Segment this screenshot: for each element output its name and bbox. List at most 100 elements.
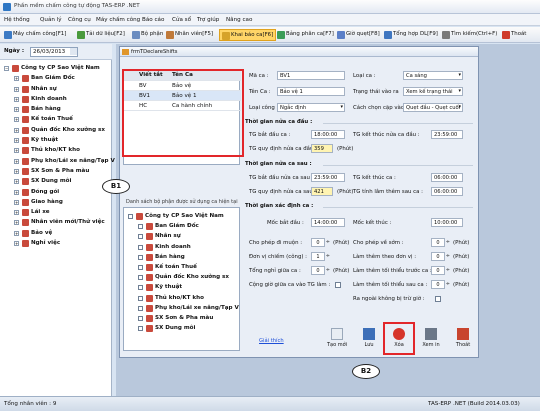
expand-icon[interactable]: + (14, 127, 19, 133)
expand-icon[interactable]: + (14, 148, 19, 154)
tree-item[interactable]: + Nghỉ việc (4, 239, 112, 249)
tb-bang-phan-ca[interactable]: Bảng phân ca[F7] (275, 29, 336, 41)
loai-cong-select[interactable]: Ngắc định (277, 103, 345, 112)
calendar-dropdown-icon[interactable] (70, 48, 77, 55)
tree-item[interactable]: + Lái xe (4, 208, 112, 218)
checkbox[interactable] (138, 326, 143, 332)
moc-ket-thuc-input[interactable]: 10:00:00 (431, 218, 463, 227)
tb-may-cham-cong[interactable]: Máy chấm công[F1] (2, 29, 68, 41)
checkbox[interactable] (138, 254, 143, 260)
ra-ngoai-checkbox[interactable] (435, 296, 441, 302)
xem-in-button[interactable]: Xem in (418, 326, 444, 352)
tree-item[interactable]: + Kế toán Thuế (4, 115, 112, 125)
tb-nhan-vien[interactable]: Nhân viên[F5] (164, 29, 215, 41)
expand-icon[interactable]: + (14, 86, 19, 92)
tb-tai-du-lieu[interactable]: Tải dữ liệu[F2] (75, 29, 127, 41)
tree-item[interactable]: + SX Dung môi (4, 177, 112, 187)
ten-ca-input[interactable]: Bảo vệ 1 (277, 87, 345, 96)
checkbox[interactable] (138, 275, 143, 281)
lam-them-toi-thieu-sau-stepper[interactable]: 0 (431, 280, 450, 289)
menu-quan-ly[interactable]: Quản lý (40, 17, 62, 23)
tree-item[interactable]: + Nhân viên mới/Thử việc (4, 218, 112, 228)
checkbox[interactable] (138, 305, 143, 311)
tg-tinh-lam-them-input[interactable]: 06:00:00 (431, 187, 463, 196)
thoat-button[interactable]: Thoát (450, 326, 476, 352)
menu-he-thong[interactable]: Hệ thống (4, 17, 30, 23)
tree-item[interactable]: Thủ kho/KT kho (128, 294, 240, 304)
tong-nghi-giua-ca-stepper[interactable]: 0 (311, 266, 330, 275)
loai-ca-select[interactable]: Ca sáng (403, 71, 463, 80)
tb-gio-quet[interactable]: Giờ quẹt[F8] (335, 29, 382, 41)
tree-item[interactable]: + Nhân sự (4, 85, 112, 95)
expand-icon[interactable]: + (14, 76, 19, 82)
checkbox[interactable] (138, 244, 143, 250)
ma-ca-input[interactable]: BV1 (277, 71, 345, 80)
tree-item[interactable]: + Phụ kho/Lái xe nâng/Tạp V (4, 157, 115, 167)
tree-item[interactable]: + Kinh doanh (4, 95, 112, 105)
menu-cong-cu[interactable]: Công cụ (68, 17, 91, 23)
tree-item[interactable]: Kinh doanh (128, 243, 240, 253)
tree-item[interactable]: + Quản đốc Kho xưởng sx (4, 126, 112, 136)
expand-icon[interactable]: + (14, 210, 19, 216)
checkbox[interactable] (138, 234, 143, 240)
expand-icon[interactable]: + (14, 138, 19, 144)
tg-bat-dau-ca-input[interactable]: 18:00:00 (311, 130, 345, 139)
checkbox[interactable] (138, 285, 143, 291)
menu-bao-cao[interactable]: Báo cáo (142, 17, 164, 23)
expand-icon[interactable]: + (14, 158, 19, 164)
don-vi-chiem-stepper[interactable]: 1 (311, 252, 330, 261)
cong-gio-giua-ca-checkbox[interactable] (335, 282, 341, 288)
tg-quy-dinh-nua-ca-dau-input[interactable]: 359 (311, 144, 333, 153)
checkbox[interactable] (128, 214, 133, 219)
expand-icon[interactable]: + (14, 117, 19, 123)
tree-item[interactable]: SX Sơn & Pha màu (128, 314, 240, 324)
expand-icon[interactable]: + (14, 199, 19, 205)
giai-thich-link[interactable]: Giải thích (259, 338, 284, 344)
expand-icon[interactable]: + (14, 230, 19, 236)
expand-icon[interactable]: + (14, 96, 19, 102)
tree-item[interactable]: + Thủ kho/KT kho (4, 146, 112, 156)
tree-item[interactable]: Kế toán Thuế (128, 263, 240, 273)
tree-item[interactable]: − Công ty CP Sao Việt Nam (4, 64, 112, 74)
tb-khai-bao-ca[interactable]: Khai báo ca[F6] (219, 29, 277, 41)
tree-item[interactable]: + Giao hàng (4, 198, 112, 208)
checkbox[interactable] (138, 295, 143, 301)
tree-item[interactable]: Nhân sự (128, 232, 240, 242)
tree-item[interactable]: SX Dung môi (128, 324, 240, 334)
tb-thoat[interactable]: Thoát (500, 29, 528, 41)
tree-item[interactable]: + SX Sơn & Pha màu (4, 167, 112, 177)
checkbox[interactable] (138, 224, 143, 230)
expand-icon[interactable]: + (14, 168, 19, 174)
tg-bat-dau-nua-ca-sau-input[interactable]: 23:59:00 (311, 173, 345, 182)
checkbox[interactable] (138, 315, 143, 321)
cho-phep-ve-som-stepper[interactable]: 0 (431, 238, 450, 247)
lam-them-don-vi-stepper[interactable]: 0 (431, 252, 450, 261)
tg-ket-thuc-ca-input[interactable]: 06:00:00 (431, 173, 463, 182)
tao-moi-button[interactable]: Tạo mới (324, 326, 350, 352)
tree-item[interactable]: + Bán hàng (4, 105, 112, 115)
tree-item[interactable]: + Bảo vệ (4, 229, 112, 239)
tg-ket-thuc-nua-ca-dau-input[interactable]: 23:59:00 (431, 130, 463, 139)
cho-phep-di-muon-stepper[interactable]: 0 (311, 238, 330, 247)
menu-nang-cao[interactable]: Nâng cao (226, 17, 252, 23)
tg-quy-dinh-nua-ca-sau-input[interactable]: 421 (311, 187, 333, 196)
checkbox[interactable] (138, 264, 143, 270)
tree-item[interactable]: + Ban Giám Đốc (4, 74, 112, 84)
tree-item[interactable]: Kỹ thuật (128, 283, 240, 293)
tree-item[interactable]: Phụ kho/Lái xe nâng/Tạp V (128, 304, 240, 314)
cach-chon-select[interactable]: Quẹt đầu - Quẹt cuối (403, 103, 463, 112)
tb-bo-phan[interactable]: Bộ phận (130, 29, 165, 41)
expand-icon[interactable]: + (14, 189, 19, 195)
tree-item[interactable]: Bán hàng (128, 253, 240, 263)
tree-item[interactable]: + Đóng gói (4, 188, 112, 198)
tree-item[interactable]: Quản đốc Kho xưởng sx (128, 273, 240, 283)
tree-item[interactable]: Công ty CP Sao Việt Nam (128, 212, 240, 222)
expand-icon[interactable]: + (14, 220, 19, 226)
collapse-icon[interactable]: − (4, 66, 9, 71)
tree-item[interactable]: Ban Giám Đốc (128, 222, 240, 232)
tb-tong-hop-dl[interactable]: Tổng hợp DL[F9] (382, 29, 440, 41)
tree-item[interactable]: + Kỹ thuật (4, 136, 112, 146)
menu-tro-giup[interactable]: Trợ giúp (197, 17, 219, 23)
expand-icon[interactable]: + (14, 179, 19, 185)
trang-thai-select[interactable]: Xem kế trạng thái (403, 87, 463, 96)
